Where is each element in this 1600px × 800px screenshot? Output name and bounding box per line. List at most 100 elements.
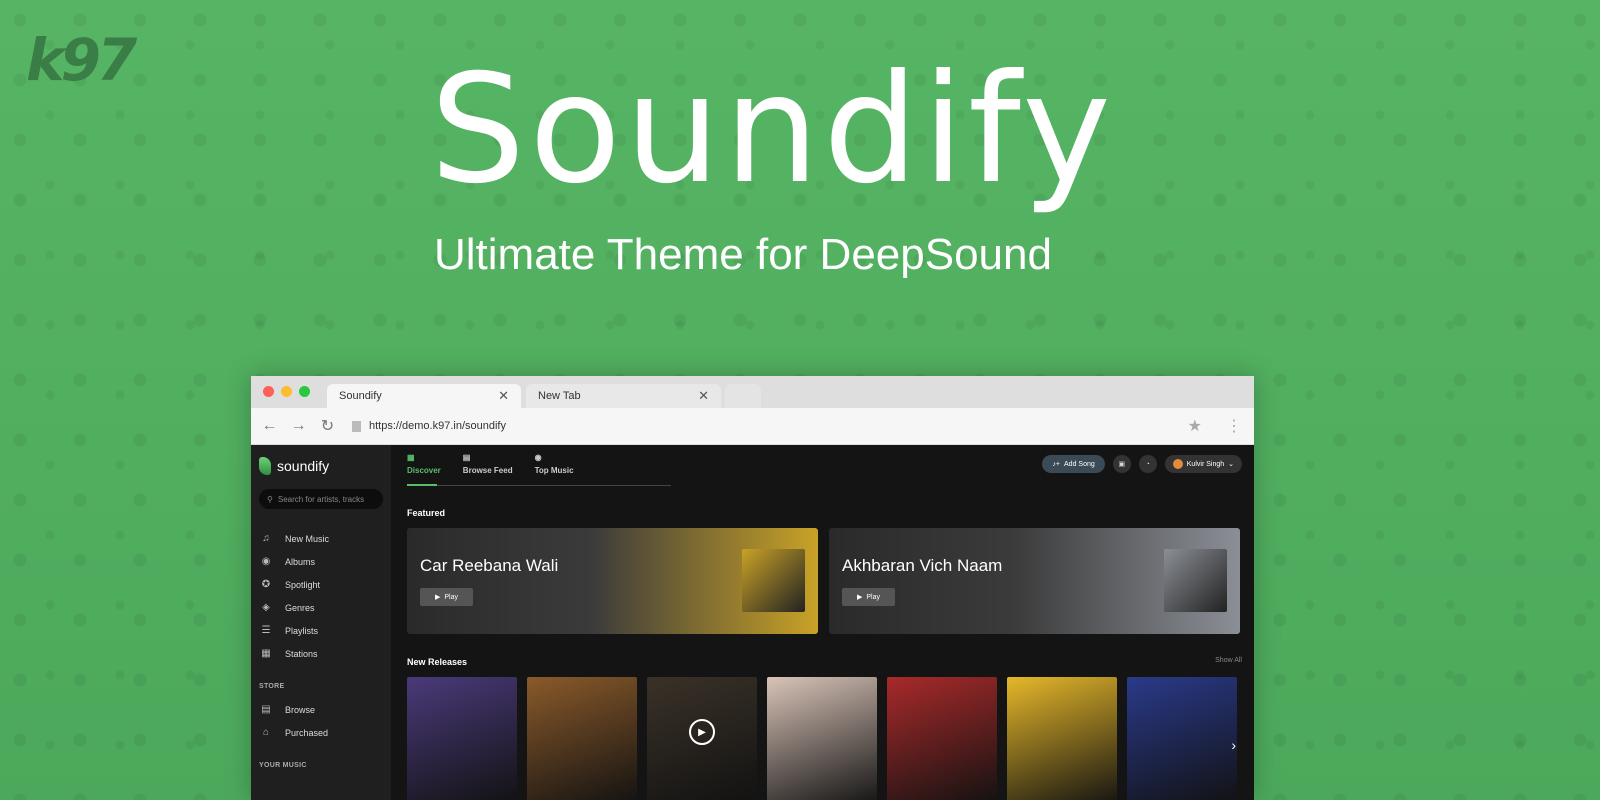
- release-card[interactable]: [887, 677, 997, 800]
- release-card[interactable]: [767, 677, 877, 800]
- hero-subtitle: Ultimate Theme for DeepSound: [434, 230, 1052, 279]
- play-label: Play: [866, 593, 880, 601]
- url-field[interactable]: https://demo.k97.in/soundify: [352, 420, 506, 432]
- browser-menu-icon[interactable]: ⋮: [1226, 416, 1242, 436]
- sidebar-item-spotlight[interactable]: ✪ Spotlight: [259, 573, 383, 596]
- tab-browse-feed[interactable]: ▤ Browse Feed: [463, 453, 513, 475]
- show-all-link[interactable]: Show All: [1215, 657, 1242, 664]
- purchased-icon: ⌂: [262, 727, 270, 738]
- discover-icon: ▦: [407, 453, 415, 462]
- release-card[interactable]: [1007, 677, 1117, 800]
- release-card[interactable]: [407, 677, 517, 800]
- maximize-window-button[interactable]: [299, 386, 310, 397]
- window-controls: [263, 386, 310, 397]
- featured-card[interactable]: Akhbaran Vich Naam ▶ Play: [829, 528, 1240, 634]
- featured-title: Akhbaran Vich Naam: [842, 556, 1003, 575]
- url-text: https://demo.k97.in/soundify: [369, 420, 506, 432]
- sidebar-item-new-music[interactable]: ♫ New Music: [259, 527, 383, 550]
- new-music-icon: ♫: [262, 533, 270, 544]
- stations-icon: ▦: [261, 648, 271, 659]
- featured-heading: Featured: [407, 508, 446, 518]
- featured-card[interactable]: Car Reebana Wali ▶ Play: [407, 528, 818, 634]
- album-art: [1164, 549, 1227, 612]
- play-icon: ▶: [434, 594, 441, 601]
- tab-discover[interactable]: ▦ Discover: [407, 453, 441, 475]
- back-arrow-icon[interactable]: ←: [255, 417, 284, 435]
- sidebar-item-label: Purchased: [285, 727, 329, 738]
- user-menu[interactable]: Kulvir Singh ⌄: [1164, 455, 1242, 473]
- search-input[interactable]: ⚲ Search for artists, tracks: [259, 489, 383, 509]
- release-card[interactable]: [1127, 677, 1237, 800]
- tab-label: Browse Feed: [462, 466, 513, 475]
- search-placeholder: Search for artists, tracks: [277, 494, 365, 504]
- notifications-button[interactable]: ◔: [1138, 455, 1157, 473]
- add-song-label: Add Song: [1064, 460, 1095, 468]
- play-icon[interactable]: ▶: [689, 719, 715, 745]
- browse-feed-icon: ▤: [462, 453, 471, 462]
- browse-icon: ▤: [261, 704, 271, 715]
- featured-list: Car Reebana Wali ▶ Play Akhbaran Vich Naam ▶…: [407, 528, 1240, 634]
- sidebar-item-browse[interactable]: ▤ Browse: [259, 698, 383, 721]
- spotlight-icon: ✪: [261, 579, 271, 590]
- sidebar-item-playlists[interactable]: ☰ Playlists: [259, 619, 383, 642]
- new-releases-list: ▶: [407, 677, 1237, 800]
- new-tab-button[interactable]: [725, 384, 761, 408]
- sidebar-item-label: Spotlight: [285, 579, 321, 590]
- sidebar-item-albums[interactable]: ◉ Albums: [259, 550, 383, 573]
- sidebar-item-label: Albums: [285, 556, 316, 567]
- chevron-down-icon: ⌄: [1228, 461, 1234, 468]
- nav-active-indicator: [407, 484, 437, 486]
- avatar: [1172, 459, 1183, 469]
- sidebar-item-label: Genres: [285, 602, 315, 613]
- tab-label: Soundify: [339, 390, 382, 402]
- soundify-app: soundify ⚲ Search for artists, tracks ♫ N…: [251, 445, 1254, 800]
- reload-icon[interactable]: ↻: [313, 416, 342, 436]
- minimize-window-button[interactable]: [281, 386, 292, 397]
- play-label: Play: [444, 593, 458, 601]
- sidebar-item-label: Stations: [285, 648, 318, 659]
- browser-window: Soundify ✕ New Tab ✕ ← → ↻ https://demo.…: [251, 376, 1254, 800]
- search-icon: ⚲: [267, 494, 273, 504]
- main-content: ▦ Discover ▤ Browse Feed ◉ Top Music ♪+ Add S…: [391, 445, 1254, 800]
- play-button[interactable]: ▶ Play: [420, 588, 473, 606]
- bookmark-star-icon[interactable]: ★: [1188, 416, 1202, 436]
- sidebar: soundify ⚲ Search for artists, tracks ♫ N…: [251, 445, 391, 800]
- new-releases-heading: New Releases: [407, 657, 468, 667]
- sidebar-item-label: Playlists: [285, 625, 319, 636]
- your-music-section-label: YOUR MUSIC: [259, 762, 307, 769]
- close-window-button[interactable]: [263, 386, 274, 397]
- albums-icon: ◉: [261, 556, 271, 567]
- k97-logo: k97: [26, 26, 137, 94]
- sidebar-item-purchased[interactable]: ⌂ Purchased: [259, 721, 383, 744]
- add-music-icon: ♪+: [1052, 460, 1061, 468]
- sidebar-item-stations[interactable]: ▦ Stations: [259, 642, 383, 665]
- forward-arrow-icon[interactable]: →: [284, 417, 313, 435]
- play-icon: ▶: [856, 594, 863, 601]
- sidebar-item-genres[interactable]: ◈ Genres: [259, 596, 383, 619]
- featured-title: Car Reebana Wali: [420, 556, 559, 575]
- playlists-icon: ☰: [261, 625, 271, 636]
- cart-icon: ▣: [1118, 461, 1126, 468]
- album-art: [742, 549, 805, 612]
- tab-bar: Soundify ✕ New Tab ✕: [251, 376, 1254, 408]
- brand-logo[interactable]: soundify: [259, 457, 383, 475]
- tab-new-tab[interactable]: New Tab ✕: [526, 384, 721, 408]
- chevron-right-icon[interactable]: ›: [1231, 737, 1236, 753]
- tab-label: Discover: [407, 466, 441, 475]
- bell-icon: ◔: [1145, 460, 1150, 468]
- hero-title: Soundify: [430, 43, 1115, 217]
- release-card[interactable]: [527, 677, 637, 800]
- tab-label: New Tab: [538, 390, 581, 402]
- brand-name: soundify: [277, 458, 330, 474]
- close-icon[interactable]: ✕: [698, 388, 709, 404]
- add-song-button[interactable]: ♪+ Add Song: [1042, 455, 1105, 473]
- play-button[interactable]: ▶ Play: [842, 588, 895, 606]
- sidebar-item-label: Browse: [285, 704, 316, 715]
- store-section-label: STORE: [259, 683, 285, 690]
- tab-soundify[interactable]: Soundify ✕: [327, 384, 521, 408]
- top-navigation: ▦ Discover ▤ Browse Feed ◉ Top Music: [407, 453, 574, 475]
- cart-button[interactable]: ▣: [1112, 455, 1131, 473]
- tab-top-music[interactable]: ◉ Top Music: [535, 453, 574, 475]
- close-icon[interactable]: ✕: [498, 388, 509, 404]
- release-card[interactable]: ▶: [647, 677, 757, 800]
